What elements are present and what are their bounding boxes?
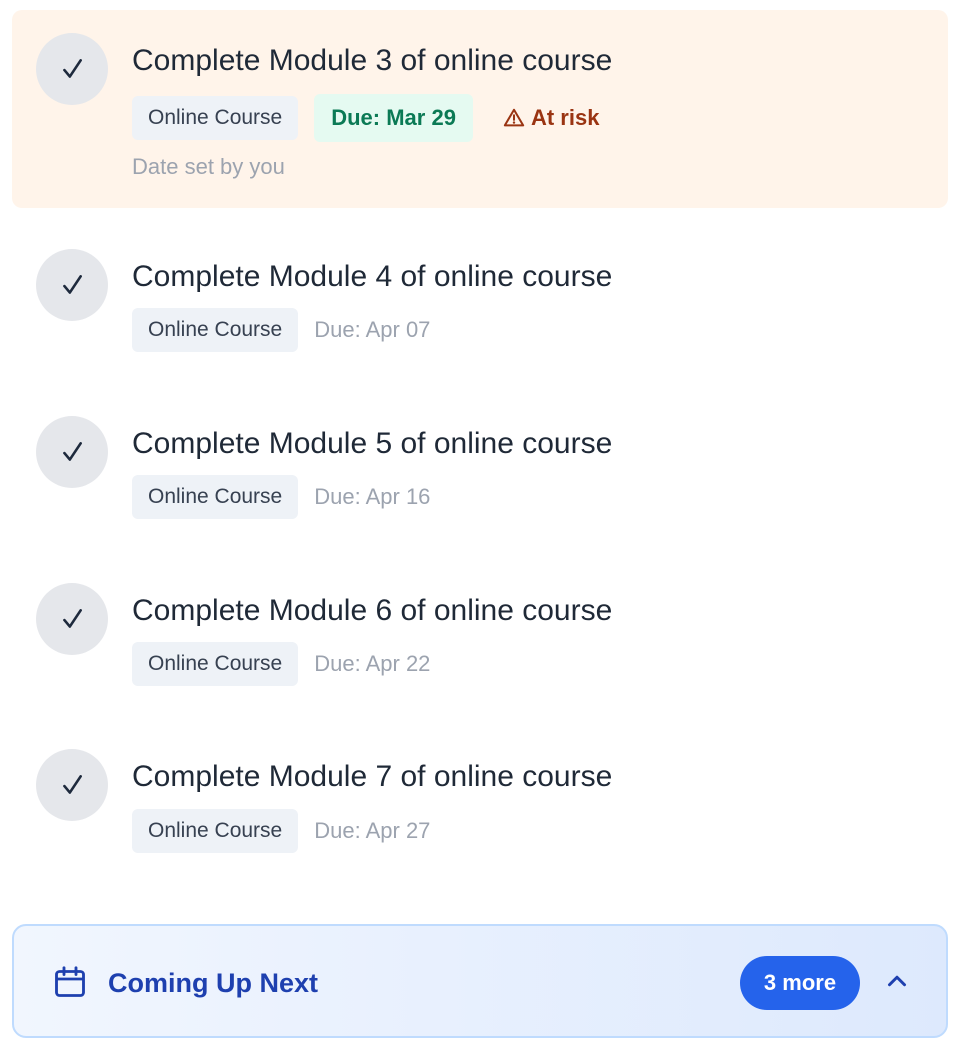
task-title: Complete Module 5 of online course (132, 427, 613, 460)
more-count-badge: 3 more (740, 956, 860, 1010)
task-meta: Online Course Due: Apr 27 (132, 809, 430, 853)
complete-task-button[interactable] (36, 249, 108, 321)
due-date: Due: Apr 27 (314, 818, 431, 843)
category-tag: Online Course (132, 642, 299, 686)
due-date: Due: Apr 16 (314, 484, 431, 509)
risk-status: At risk (503, 105, 599, 131)
task-item: Complete Module 7 of online course Onlin… (12, 724, 948, 884)
calendar-icon (55, 966, 85, 997)
task-meta: Online Course Due: Apr 07 (132, 308, 430, 352)
check-icon (63, 609, 82, 628)
due-date: Due: Apr 07 (314, 317, 431, 342)
category-tag: Online Course (132, 475, 299, 519)
check-icon (63, 275, 82, 294)
task-item: Complete Module 6 of online course Onlin… (12, 558, 948, 718)
complete-task-button[interactable] (36, 749, 108, 821)
check-icon (63, 442, 82, 461)
category-tag: Online Course (132, 809, 299, 853)
task-item: Complete Module 4 of online course Onlin… (12, 224, 948, 384)
task-title: Complete Module 7 of online course (132, 760, 613, 793)
complete-task-button[interactable] (36, 33, 108, 105)
task-item: Complete Module 3 of online course Onlin… (12, 10, 948, 208)
task-meta: Online Course Due: Apr 22 (132, 642, 430, 686)
category-tag: Online Course (132, 308, 299, 352)
due-date-badge: Due: Mar 29 (314, 94, 473, 142)
task-title: Complete Module 6 of online course (132, 594, 613, 627)
risk-status-label: At risk (530, 105, 600, 130)
category-tag: Online Course (132, 96, 299, 140)
task-meta: Online Course Due: Mar 29 At risk (132, 94, 599, 142)
date-note: Date set by you (132, 154, 285, 179)
complete-task-button[interactable] (36, 583, 108, 655)
task-meta: Online Course Due: Apr 16 (132, 475, 430, 519)
coming-up-next-toggle[interactable]: Coming Up Next 3 more (12, 924, 948, 1038)
check-icon (63, 775, 82, 794)
task-title: Complete Module 3 of online course (132, 44, 613, 77)
complete-task-button[interactable] (36, 416, 108, 488)
task-item: Complete Module 5 of online course Onlin… (12, 391, 948, 551)
check-icon (63, 59, 82, 78)
due-date: Due: Apr 22 (314, 651, 431, 676)
warning-icon (503, 108, 525, 127)
chevron-up-icon[interactable] (882, 966, 912, 996)
section-title: Coming Up Next (108, 968, 319, 998)
task-title: Complete Module 4 of online course (132, 260, 613, 293)
